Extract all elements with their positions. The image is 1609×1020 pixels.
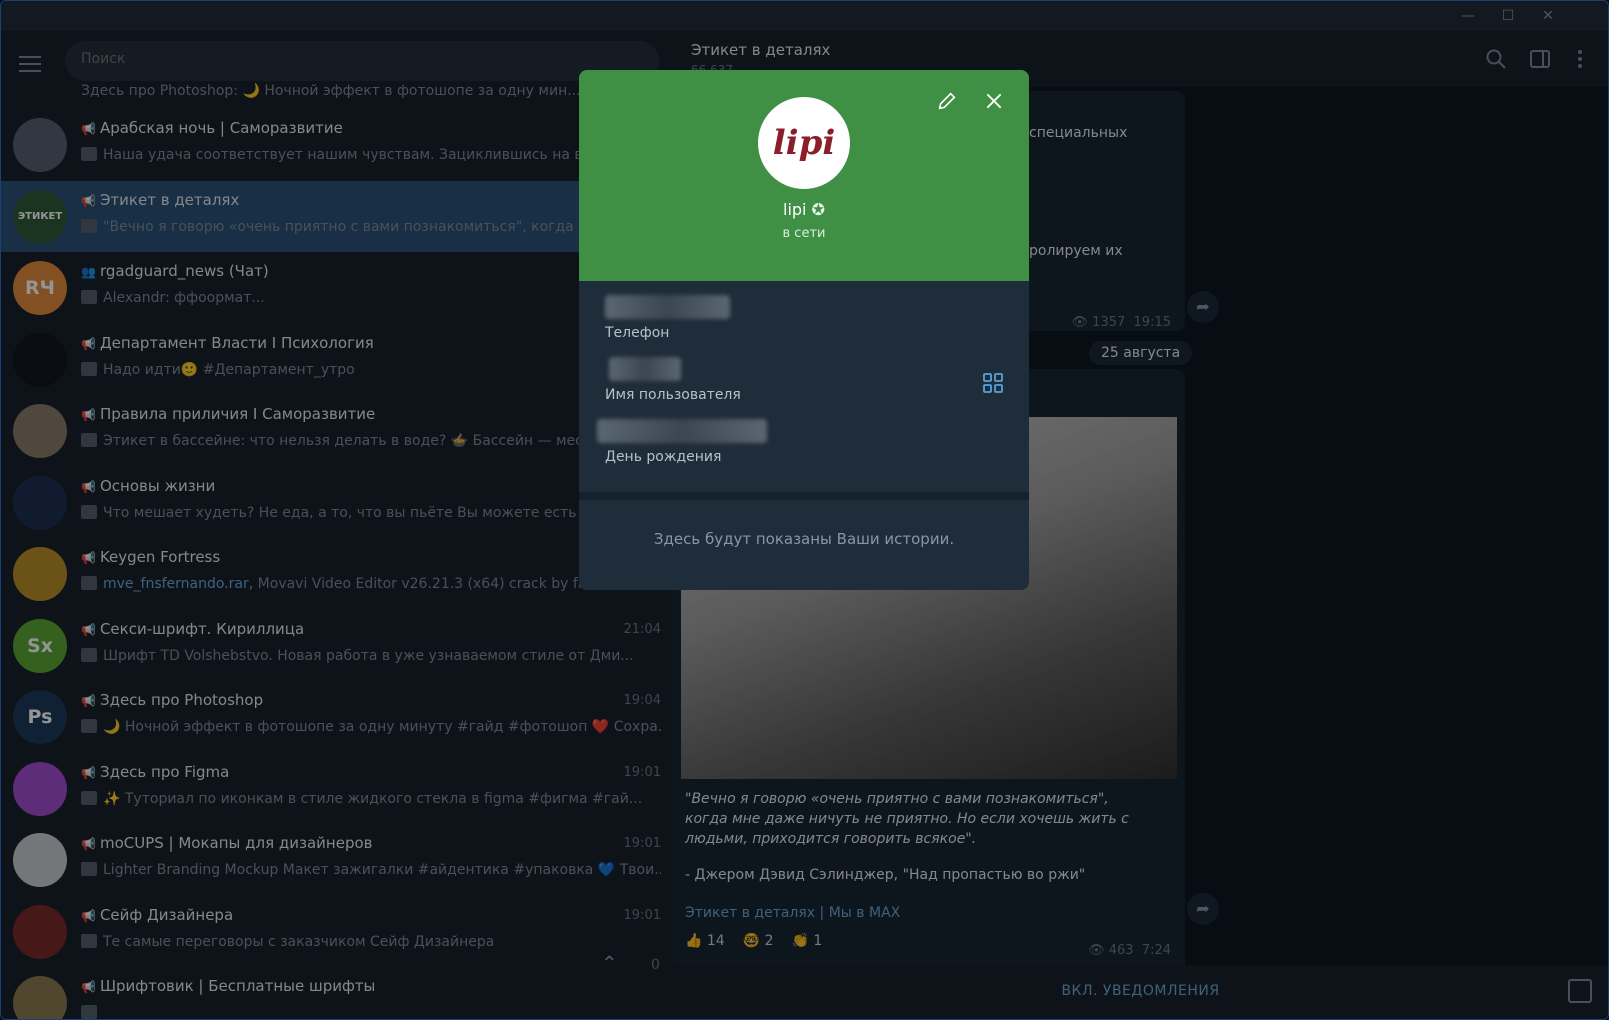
phone-value-blurred <box>605 295 730 319</box>
profile-header: lipi lipi ✪ в сети <box>579 70 1029 281</box>
avatar[interactable]: lipi <box>758 97 850 189</box>
close-icon[interactable] <box>984 91 1004 111</box>
phone-label: Телефон <box>605 325 670 341</box>
edit-icon[interactable] <box>936 90 958 112</box>
username-value-blurred <box>609 357 681 381</box>
qr-code-icon[interactable] <box>983 373 1003 393</box>
username-label: Имя пользователя <box>605 387 741 403</box>
avatar-logo: lipi <box>772 123 836 163</box>
star-icon: ✪ <box>811 200 825 219</box>
birthday-label: День рождения <box>605 449 722 465</box>
profile-name: lipi <box>783 200 807 219</box>
profile-dialog: lipi lipi ✪ в сети Телефон Имя пользоват… <box>579 70 1029 590</box>
profile-name-row: lipi ✪ <box>579 200 1029 219</box>
stories-placeholder: Здесь будут показаны Ваши истории. <box>653 530 955 548</box>
profile-status: в сети <box>782 226 826 241</box>
divider <box>579 492 1029 500</box>
birthday-value-blurred <box>597 419 767 443</box>
